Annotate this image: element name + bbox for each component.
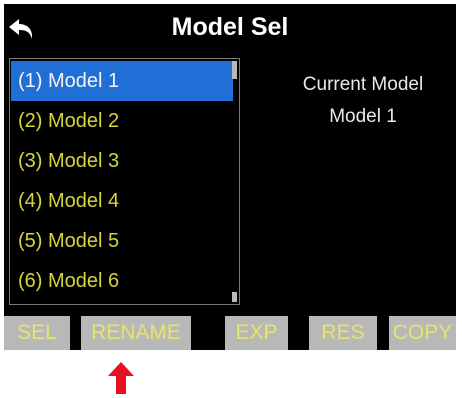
- scrollbar-thumb[interactable]: [232, 61, 237, 79]
- current-model-label: Current Model: [302, 74, 424, 95]
- list-item-label: (2) Model 2: [18, 110, 120, 132]
- device-screen: Model Sel (1) Model 1 (2) Model 2 (3) Mo…: [4, 4, 456, 350]
- header: Model Sel: [4, 4, 456, 52]
- list-item-model-6[interactable]: (6) Model 6: [11, 261, 233, 301]
- list-item-label: (5) Model 5: [18, 230, 120, 252]
- page-title: Model Sel: [171, 13, 289, 41]
- list-item-label: (3) Model 3: [18, 150, 120, 172]
- model-list[interactable]: (1) Model 1 (2) Model 2 (3) Model 3 (4) …: [9, 58, 240, 305]
- exp-button[interactable]: EXP: [225, 316, 288, 350]
- list-item-label: (4) Model 4: [18, 190, 120, 212]
- list-item-model-4[interactable]: (4) Model 4: [11, 181, 233, 221]
- rename-button[interactable]: RENAME: [81, 316, 191, 350]
- page: Model Sel (1) Model 1 (2) Model 2 (3) Mo…: [0, 0, 462, 398]
- sel-button[interactable]: SEL: [4, 316, 70, 350]
- list-scrollbar[interactable]: [232, 61, 237, 302]
- list-item-model-3[interactable]: (3) Model 3: [11, 141, 233, 181]
- scrollbar-end-mark: [232, 292, 237, 302]
- copy-button[interactable]: COPY: [389, 316, 456, 350]
- res-button[interactable]: RES: [309, 316, 377, 350]
- list-item-model-2[interactable]: (2) Model 2: [11, 101, 233, 141]
- list-item-label: (6) Model 6: [18, 270, 120, 292]
- up-arrow-icon: [106, 361, 136, 395]
- list-item-model-1[interactable]: (1) Model 1: [11, 61, 233, 101]
- list-item-model-5[interactable]: (5) Model 5: [11, 221, 233, 261]
- current-model-value: Model 1: [329, 106, 397, 127]
- list-item-label: (1) Model 1: [18, 70, 120, 92]
